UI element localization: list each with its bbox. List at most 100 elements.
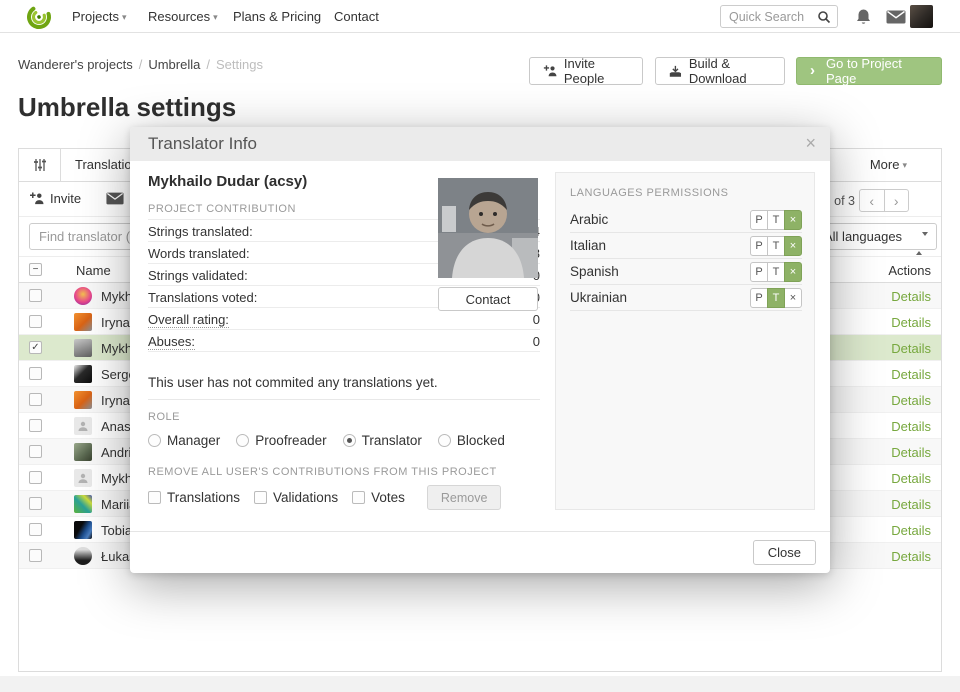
role-radio-blocked[interactable]: Blocked (438, 433, 505, 448)
invite-button[interactable]: Invite (29, 191, 81, 206)
details-link[interactable]: Details (891, 289, 931, 304)
row-checkbox[interactable] (29, 549, 42, 562)
stat-label-abuses[interactable]: Abuses: (148, 334, 195, 350)
proofreader-badge[interactable]: P (750, 236, 768, 256)
language-row: Spanish P T × (570, 259, 802, 285)
translator-full-name: Mykhailo Dudar (acsy) (148, 173, 307, 190)
remove-checkbox-votes[interactable]: Votes (352, 490, 405, 505)
close-icon[interactable]: × (805, 133, 816, 154)
language-name: Spanish (570, 264, 619, 279)
screen: Projects▾ Resources▾ Plans & Pricing Con… (0, 0, 960, 692)
invite-people-label: Invite People (564, 56, 629, 86)
row-checkbox[interactable] (29, 315, 42, 328)
remove-language-badge[interactable]: × (784, 210, 802, 230)
tab-more[interactable]: More▾ (870, 157, 907, 172)
row-checkbox[interactable] (29, 497, 42, 510)
radio-selected-icon (343, 434, 356, 447)
row-checkbox[interactable] (29, 289, 42, 302)
nav-link-plans-pricing[interactable]: Plans & Pricing (233, 9, 321, 24)
details-link[interactable]: Details (891, 497, 931, 512)
role-heading: Role (148, 411, 180, 423)
row-checkbox[interactable] (29, 471, 42, 484)
stat-value: 0 (533, 334, 540, 349)
details-link[interactable]: Details (891, 419, 931, 434)
role-radio-manager[interactable]: Manager (148, 433, 220, 448)
details-link[interactable]: Details (891, 549, 931, 564)
details-link[interactable]: Details (891, 367, 931, 382)
remove-checkbox-translations[interactable]: Translations (148, 490, 240, 505)
name-column-header[interactable]: Name (76, 263, 111, 278)
stat-label: Strings validated: (148, 268, 248, 283)
page-title: Umbrella settings (18, 92, 236, 123)
checkbox-icon (148, 491, 161, 504)
remove-label: Validations (273, 490, 338, 505)
details-link[interactable]: Details (891, 393, 931, 408)
notifications-bell-icon[interactable] (855, 8, 872, 26)
row-checkbox[interactable] (29, 393, 42, 406)
avatar (74, 339, 92, 357)
prev-page-button[interactable]: ‹ (860, 190, 885, 211)
permission-badges: P T × (750, 262, 802, 282)
language-rows: Arabic P T × Italian P T × S (570, 207, 802, 311)
breadcrumb-item-umbrella[interactable]: Umbrella (148, 57, 200, 72)
row-checkbox[interactable] (29, 445, 42, 458)
proofreader-badge[interactable]: P (750, 262, 768, 282)
stat-label: Strings translated: (148, 224, 253, 239)
translator-info-modal: Translator Info × Mykhailo Dudar (acsy) … (130, 127, 830, 573)
role-label: Proofreader (255, 433, 326, 448)
checkbox-icon (254, 491, 267, 504)
avatar (74, 313, 92, 331)
modal-footer: Close (130, 531, 830, 573)
nav-link-projects[interactable]: Projects▾ (72, 9, 127, 24)
languages-permissions-heading: Languages permissions (570, 187, 728, 199)
row-checkbox[interactable] (29, 419, 42, 432)
details-link[interactable]: Details (891, 471, 931, 486)
role-radio-proofreader[interactable]: Proofreader (236, 433, 326, 448)
remove-language-badge[interactable]: × (784, 262, 802, 282)
translator-badge[interactable]: T (767, 236, 785, 256)
translator-badge[interactable]: T (767, 288, 785, 308)
contact-button[interactable]: Contact (438, 287, 538, 311)
translator-badge[interactable]: T (767, 262, 785, 282)
nav-link-contact[interactable]: Contact (334, 9, 379, 24)
crowdin-logo-icon[interactable] (20, 4, 58, 30)
remove-language-badge[interactable]: × (784, 288, 802, 308)
breadcrumb: Wanderer's projects/Umbrella/Settings (18, 57, 263, 72)
proofreader-badge[interactable]: P (750, 210, 768, 230)
quick-search-input[interactable] (729, 6, 815, 27)
nav-link-label: Projects (72, 9, 119, 24)
close-button[interactable]: Close (753, 540, 816, 565)
select-all-checkbox[interactable]: − (29, 263, 42, 276)
remove-language-badge[interactable]: × (784, 236, 802, 256)
translator-badge[interactable]: T (767, 210, 785, 230)
details-link[interactable]: Details (891, 445, 931, 460)
stat-label-overall-rating[interactable]: Overall rating: (148, 312, 229, 328)
nav-link-resources[interactable]: Resources▾ (148, 9, 218, 24)
details-link[interactable]: Details (891, 315, 931, 330)
details-link[interactable]: Details (891, 523, 931, 538)
user-avatar[interactable] (910, 5, 933, 28)
invite-people-button[interactable]: Invite People (529, 57, 643, 85)
pagination-label: of 3 (834, 194, 855, 208)
build-download-button[interactable]: Build & Download (655, 57, 785, 85)
remove-button[interactable]: Remove (427, 485, 502, 510)
row-checkbox[interactable] (29, 367, 42, 380)
tab-filters[interactable] (19, 149, 61, 181)
row-checkbox[interactable]: ✓ (29, 341, 42, 354)
envelope-icon (106, 192, 124, 205)
remove-checkbox-validations[interactable]: Validations (254, 490, 338, 505)
search-icon[interactable] (817, 10, 831, 24)
row-checkbox[interactable] (29, 523, 42, 536)
go-to-project-page-button[interactable]: › Go to Project Page (796, 57, 942, 85)
avatar (74, 417, 92, 435)
role-radio-translator[interactable]: Translator (343, 433, 422, 448)
messages-envelope-icon[interactable] (886, 10, 906, 24)
next-page-button[interactable]: › (885, 190, 909, 211)
proofreader-badge[interactable]: P (750, 288, 768, 308)
details-link[interactable]: Details (891, 341, 931, 356)
avatar (74, 547, 92, 565)
breadcrumb-item-projects[interactable]: Wanderer's projects (18, 57, 133, 72)
role-label: Manager (167, 433, 220, 448)
languages-permissions-panel: Languages permissions Arabic P T × Itali… (555, 172, 815, 510)
stat-label: Words translated: (148, 246, 250, 261)
